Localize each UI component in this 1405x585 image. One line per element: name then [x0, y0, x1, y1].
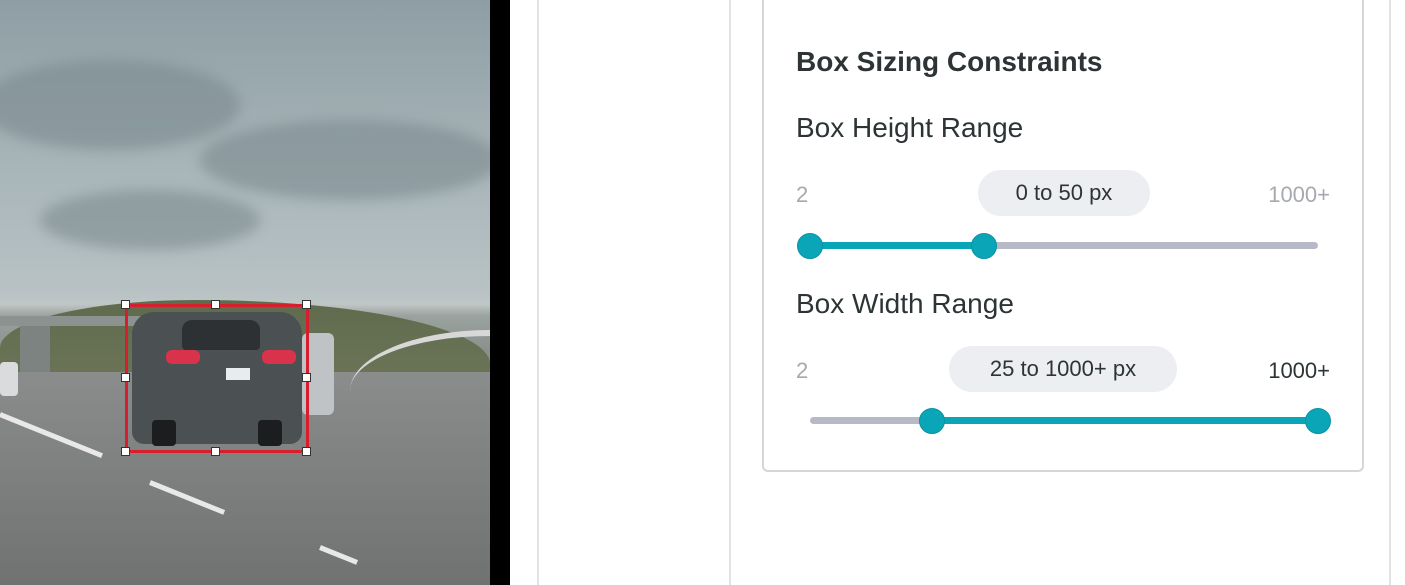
resize-handle-bottom-right[interactable] — [302, 447, 311, 456]
resize-handle-top-right[interactable] — [302, 300, 311, 309]
height-range-label: Box Height Range — [796, 112, 1024, 143]
resize-handle-bottom[interactable] — [211, 447, 220, 456]
cloud — [0, 60, 240, 150]
height-range-value: 0 to 50 px — [978, 170, 1150, 216]
distant-car — [0, 362, 18, 396]
image-canvas[interactable] — [0, 0, 490, 585]
column-divider — [537, 0, 539, 585]
height-slider-fill — [810, 242, 984, 249]
height-slider-min-thumb[interactable] — [797, 233, 823, 259]
overpass-pillar — [20, 326, 50, 376]
width-slider-fill — [932, 417, 1318, 424]
card-title: Box Sizing Constraints — [796, 46, 1103, 77]
height-slider-max-thumb[interactable] — [971, 233, 997, 259]
resize-handle-bottom-left[interactable] — [121, 447, 130, 456]
width-range-value: 25 to 1000+ px — [949, 346, 1177, 392]
height-max-label: 1000+ — [1268, 182, 1330, 207]
width-max-label: 1000+ — [1268, 358, 1330, 383]
bounding-box[interactable] — [125, 304, 309, 453]
viewer-edge — [490, 0, 510, 585]
box-sizing-card: Box Sizing Constraints Box Height Range … — [762, 0, 1364, 472]
width-slider-max-thumb[interactable] — [1305, 408, 1331, 434]
overpass — [0, 316, 140, 326]
width-range-label: Box Width Range — [796, 288, 1014, 319]
cloud — [40, 190, 260, 250]
resize-handle-top[interactable] — [211, 300, 220, 309]
cloud — [200, 120, 490, 200]
width-min-label: 2 — [796, 358, 809, 383]
resize-handle-left[interactable] — [121, 373, 130, 382]
resize-handle-top-left[interactable] — [121, 300, 130, 309]
height-min-label: 2 — [796, 182, 809, 207]
resize-handle-right[interactable] — [302, 373, 311, 382]
width-slider-min-thumb[interactable] — [919, 408, 945, 434]
